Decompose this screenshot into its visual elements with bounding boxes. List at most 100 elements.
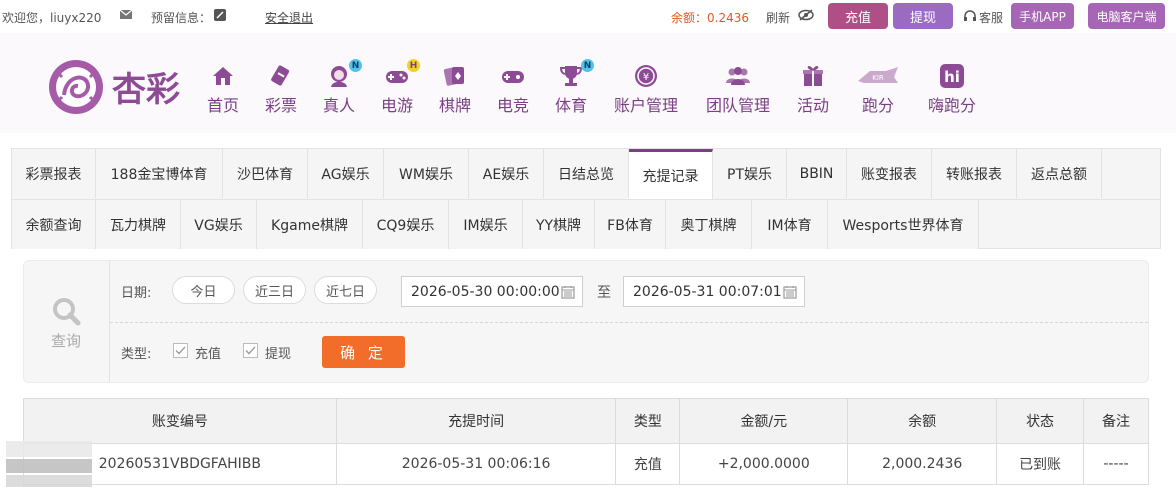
mail-icon[interactable]	[120, 10, 132, 19]
main-header: 杏彩 首页 彩票 N 真人 H 电游 棋牌 电竞 N 体育 ¥ 账户管理 团队管…	[0, 33, 1176, 133]
gift-icon	[803, 66, 823, 86]
customer-service-link[interactable]: 客服	[979, 9, 1003, 26]
withdraw-button[interactable]: 提现	[893, 3, 953, 29]
nav-label: 棋牌	[439, 96, 472, 115]
tab-daily-summary[interactable]: 日结总览	[544, 149, 629, 198]
nav-esports[interactable]: 电竞	[497, 63, 529, 123]
mobile-app-button[interactable]: 手机APP	[1011, 3, 1074, 29]
tab-balance-query[interactable]: 余额查询	[12, 200, 96, 249]
start-date-input[interactable]: 2026-05-30 00:00:00	[401, 276, 583, 307]
recharge-checkbox[interactable]	[173, 343, 188, 358]
calendar-icon[interactable]	[561, 285, 575, 299]
col-header: 状态	[996, 398, 1085, 444]
tab-saba-sports[interactable]: 沙巴体育	[223, 149, 308, 198]
date-label: 日期:	[121, 286, 152, 301]
tab-balance-change-report[interactable]: 账变报表	[847, 149, 932, 198]
top-bar: 欢迎您，liuyx220 预留信息： 安全退出 余额：0.2436 刷新 充值 …	[0, 0, 1176, 33]
tab-fb-sports[interactable]: FB体育	[595, 200, 666, 249]
calendar-icon[interactable]	[783, 285, 797, 299]
nav-label: 体育	[555, 96, 588, 115]
hide-balance-icon[interactable]	[798, 9, 814, 21]
brand-logo[interactable]: 杏彩	[46, 55, 206, 119]
watermark-logo	[6, 441, 92, 487]
team-icon	[726, 67, 750, 85]
tab-kgame-cards[interactable]: Kgame棋牌	[257, 200, 363, 249]
nav-label: 嗨跑分	[928, 96, 977, 115]
hi-icon: hi	[940, 64, 964, 88]
search-icon	[53, 298, 81, 326]
nav-lottery[interactable]: 彩票	[265, 63, 297, 123]
tab-pt[interactable]: PT娱乐	[713, 149, 787, 198]
tab-ae[interactable]: AE娱乐	[469, 149, 544, 198]
today-button[interactable]: 今日	[172, 276, 235, 304]
logout-link[interactable]: 安全退出	[265, 9, 313, 26]
tab-lottery-report[interactable]: 彩票报表	[12, 149, 96, 198]
confirm-button[interactable]: 确 定	[322, 336, 405, 368]
transaction-amount: +2,000.0000	[679, 443, 849, 485]
esports-gamepad-icon	[502, 71, 524, 83]
svg-text:hi: hi	[944, 68, 960, 86]
headset-icon[interactable]	[964, 10, 976, 22]
tab-cq9[interactable]: CQ9娱乐	[363, 200, 449, 249]
recharge-button[interactable]: 充值	[828, 3, 888, 29]
query-filter-panel: 查询 日期: 今日 近三日 近七日 2026-05-30 00:00:00 至 …	[23, 260, 1149, 383]
nav-cards[interactable]: 棋牌	[439, 63, 471, 123]
trophy-icon	[559, 66, 583, 86]
pc-client-button[interactable]: 电脑客户端	[1088, 3, 1165, 29]
transaction-type: 充值	[615, 443, 681, 485]
reserved-info-label: 预留信息：	[151, 11, 212, 25]
nav-hi-running-score[interactable]: hi 嗨跑分	[928, 63, 976, 123]
new-badge: N	[581, 59, 594, 72]
cards-icon	[443, 67, 464, 86]
table-row: 20260531VBDGFAHIBB 2026-05-31 00:06:16 充…	[23, 443, 1149, 485]
tab-im-sports[interactable]: IM体育	[752, 200, 828, 249]
nav-label: 团队管理	[706, 96, 771, 115]
tab-deposit-withdraw-records[interactable]: 充提记录	[629, 149, 713, 200]
nav-running-score[interactable]: KIR 跑分	[856, 63, 900, 123]
nav-slots[interactable]: H 电游	[381, 59, 420, 123]
tab-bbin[interactable]: BBIN	[787, 149, 847, 198]
nav-promotions[interactable]: 活动	[797, 63, 829, 123]
tab-odin-cards[interactable]: 奥丁棋牌	[666, 200, 752, 249]
col-header: 金额/元	[679, 398, 849, 444]
col-header: 备注	[1083, 398, 1149, 444]
nav-team[interactable]: 团队管理	[706, 63, 770, 123]
tab-188bet-sports[interactable]: 188金宝博体育	[96, 149, 223, 198]
tab-wm[interactable]: WM娱乐	[384, 149, 469, 198]
nav-label: 真人	[323, 96, 356, 115]
lottery-icon	[271, 65, 290, 86]
last-3-days-button[interactable]: 近三日	[243, 276, 306, 304]
home-icon	[213, 67, 233, 85]
tab-wesports[interactable]: Wesports世界体育	[828, 200, 979, 249]
last-7-days-button[interactable]: 近七日	[314, 276, 377, 304]
withdraw-checkbox[interactable]	[243, 343, 258, 358]
tab-transfer-report[interactable]: 转账报表	[932, 149, 1017, 198]
transaction-time: 2026-05-31 00:06:16	[335, 443, 617, 485]
end-date-input[interactable]: 2026-05-31 00:07:01	[623, 276, 805, 307]
nav-sports[interactable]: N 体育	[555, 59, 594, 123]
tab-rebate-total[interactable]: 返点总额	[1017, 149, 1102, 198]
svg-text:KIR: KIR	[872, 74, 884, 82]
nav-live[interactable]: N 真人	[323, 59, 362, 123]
new-badge: N	[349, 59, 362, 72]
start-date-value: 2026-05-30 00:00:00	[411, 283, 560, 300]
welcome-text: 欢迎您，liuyx220	[2, 11, 102, 25]
type-label: 类型:	[121, 347, 152, 362]
col-header: 类型	[615, 398, 681, 444]
tab-vg[interactable]: VG娱乐	[181, 200, 257, 249]
nav-home[interactable]: 首页	[207, 63, 239, 123]
col-header: 充提时间	[335, 398, 617, 444]
nav-label: 活动	[797, 96, 830, 115]
tab-im-entertainment[interactable]: IM娱乐	[449, 200, 523, 249]
tab-wali-cards[interactable]: 瓦力棋牌	[96, 200, 181, 249]
to-label: 至	[597, 285, 611, 301]
records-table: 账变编号 充提时间 类型 金额/元 余额 状态 备注 20260531VBDGF…	[23, 398, 1149, 485]
edit-icon[interactable]	[214, 9, 226, 21]
tab-ag[interactable]: AG娱乐	[308, 149, 384, 198]
recharge-checkbox-label: 充值	[195, 347, 222, 362]
nav-account[interactable]: ¥ 账户管理	[614, 63, 678, 123]
tab-yy-cards[interactable]: YY棋牌	[523, 200, 595, 249]
running-icon: KIR	[858, 67, 898, 83]
refresh-link[interactable]: 刷新	[766, 9, 790, 26]
xingcai-logo-icon: 杏彩	[49, 60, 180, 114]
